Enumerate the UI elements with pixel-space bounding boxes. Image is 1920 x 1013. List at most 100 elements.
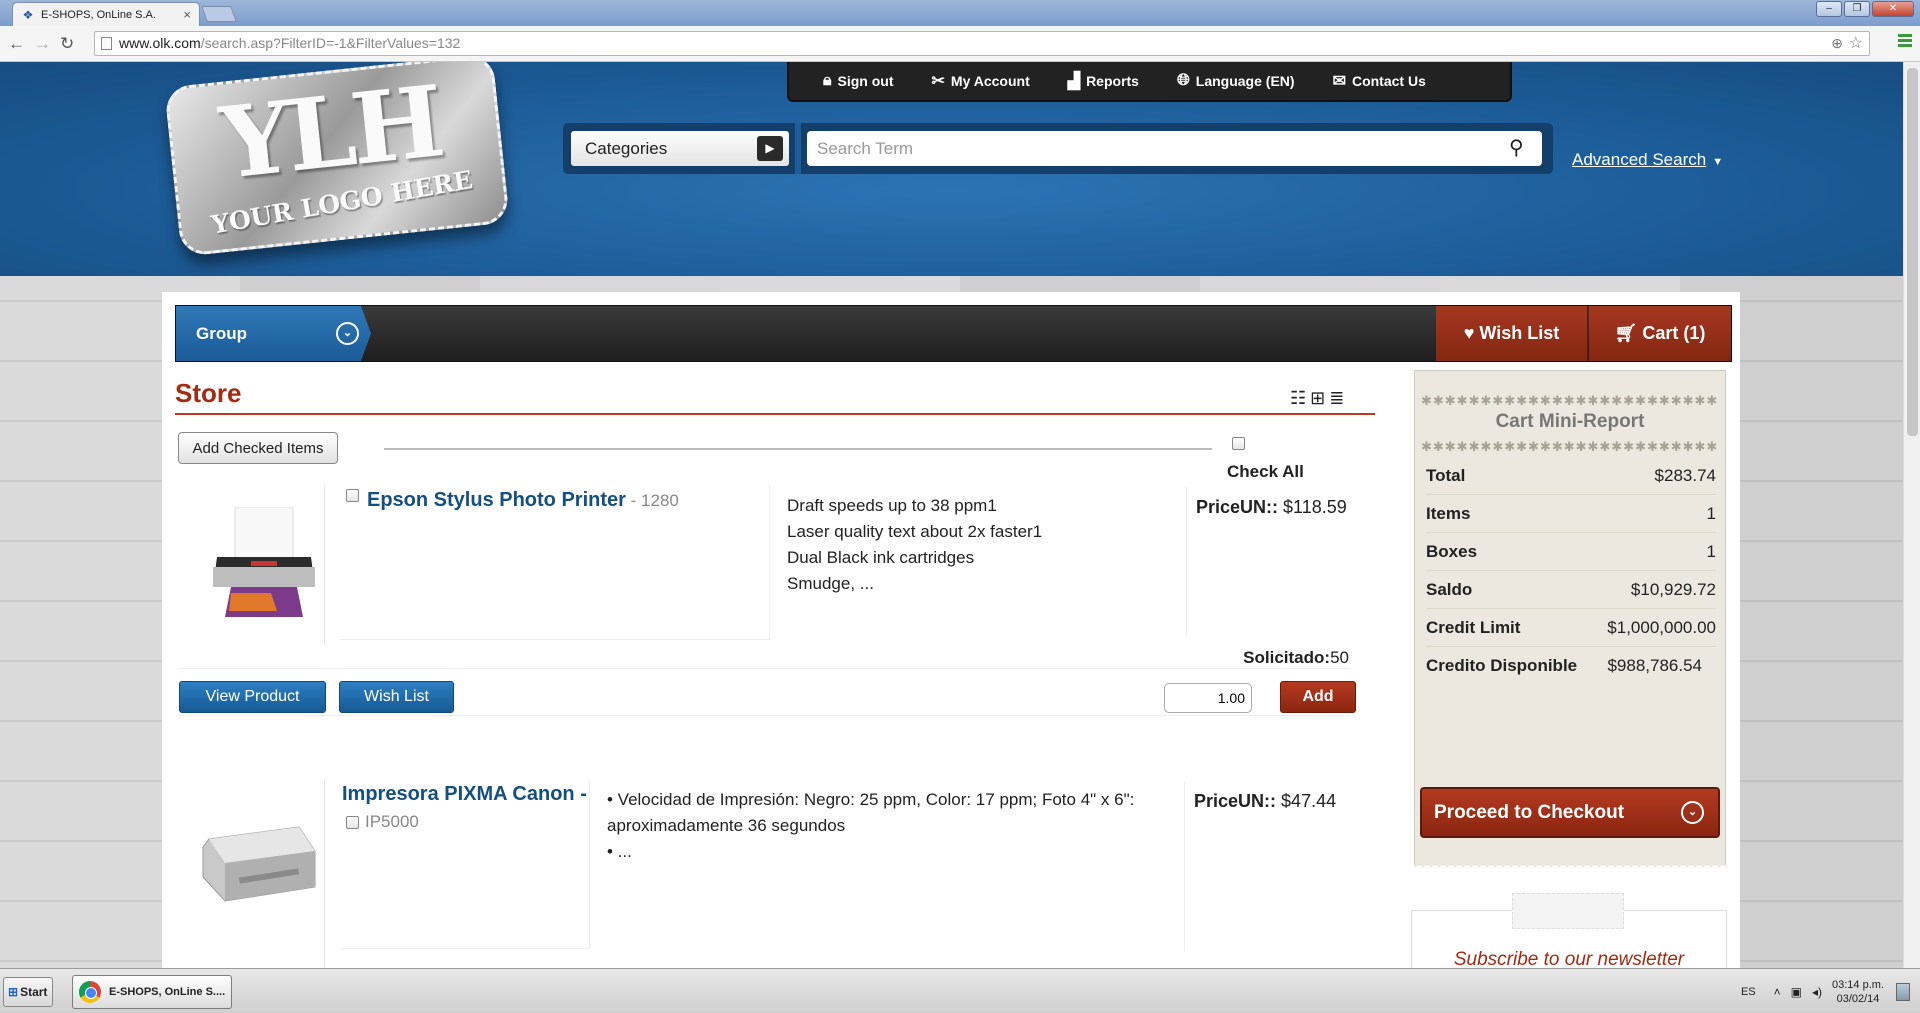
close-window-button[interactable]: ✕ [1872, 1, 1914, 17]
mini-report-row: Credito Disponible $988,786.54 [1426, 647, 1716, 685]
tab-title: E-SHOPS, OnLine S.A. [41, 8, 156, 21]
row-label: Credit Limit [1426, 618, 1521, 637]
search-bar: Categories ▶ ⚲ [563, 123, 1553, 174]
list-view-icon[interactable]: ☷ [1290, 388, 1306, 408]
product-description: Draft speeds up to 38 ppm1 Laser quality… [787, 493, 1117, 597]
os-taskbar: ⊞ Start E-SHOPS, OnLine S.... ES ˄ ▣ ◂) 0… [0, 968, 1920, 1013]
page-scrollbar[interactable] [1903, 62, 1920, 968]
minimize-button[interactable]: – [1816, 1, 1842, 17]
compact-view-icon[interactable]: ≣ [1329, 388, 1344, 408]
input-language[interactable]: ES [1741, 986, 1756, 998]
product-code: IP5000 [365, 812, 419, 831]
clock-date: 03/02/14 [1836, 992, 1880, 1005]
reports-link[interactable]: ▟ Reports [1068, 71, 1139, 91]
advanced-search-link[interactable]: Advanced Search ▼ [1572, 150, 1723, 170]
product-checkbox[interactable] [346, 816, 359, 829]
new-tab-button[interactable] [201, 6, 237, 22]
site-favicon-icon: ❖ [22, 7, 34, 22]
page-icon [101, 37, 112, 50]
grid-view-icon[interactable]: ⊞ [1310, 388, 1325, 408]
wish-list-label: Wish List [1479, 323, 1560, 343]
decorative-border: ✱✱✱✱✱✱✱✱✱✱✱✱✱✱✱✱✱✱✱✱✱✱✱✱✱✱✱✱✱✱ [1421, 393, 1719, 407]
advanced-search-label: Advanced Search [1572, 150, 1707, 169]
proceed-to-checkout-button[interactable]: Proceed to Checkout ⌄ [1420, 787, 1720, 838]
page-content: YLH YOUR LOGO HERE 🔒︎ Sign out ✂ My Acco… [0, 62, 1903, 968]
newsletter-tab-decoration [1512, 893, 1624, 929]
row-label: Items [1426, 504, 1471, 523]
clock-time: 03:14 p.m. [1832, 978, 1884, 991]
system-clock[interactable]: 03:14 p.m. 03/02/14 [1832, 978, 1884, 1006]
scrollbar-thumb[interactable] [1907, 68, 1918, 436]
requested-quantity: Solicitado:50 [1243, 648, 1349, 668]
task-label: E-SHOPS, OnLine S.... [109, 986, 226, 998]
back-arrow-icon[interactable]: ← [8, 34, 25, 54]
view-product-button[interactable]: View Product [179, 681, 326, 713]
newsletter-box: Subscribe to our newsletter [1411, 893, 1727, 968]
network-icon[interactable]: ▣ [1791, 985, 1802, 999]
newsletter-title: Subscribe to our newsletter [1453, 949, 1685, 968]
wish-list-add-button[interactable]: Wish List [339, 681, 454, 713]
row-value: $10,929.72 [1630, 580, 1716, 599]
check-all-checkbox[interactable] [1232, 437, 1245, 450]
browser-menu-icon[interactable] [1898, 34, 1912, 49]
play-arrow-icon: ▶ [757, 136, 783, 161]
address-bar[interactable]: www.olk.com/search.asp?FilterID=-1&Filte… [94, 31, 1870, 56]
cart-label: Cart (1) [1642, 323, 1706, 343]
taskbar-chrome-window[interactable]: E-SHOPS, OnLine S.... [72, 975, 232, 1009]
description-line: aproximadamente 36 segundos [607, 816, 846, 835]
product-name-link[interactable]: Epson Stylus Photo Printer [367, 489, 626, 511]
tab-close-icon[interactable]: × [183, 7, 191, 22]
url-host: www.olk.com [119, 35, 201, 51]
volume-icon[interactable]: ◂) [1812, 985, 1822, 999]
globe-icon: 🌐︎ [1176, 72, 1190, 89]
sign-out-link[interactable]: 🔒︎ Sign out [823, 72, 894, 90]
categories-dropdown[interactable]: Categories ▶ [571, 131, 789, 166]
cart-icon: 🛒︎ [1614, 323, 1638, 343]
product-checkbox[interactable] [346, 489, 359, 502]
zoom-icon[interactable]: ⊕ [1831, 32, 1843, 55]
show-desktop-button[interactable] [1896, 982, 1910, 1001]
show-hidden-icons-icon[interactable]: ˄ [1774, 985, 1781, 999]
quantity-input[interactable] [1164, 683, 1252, 713]
contact-us-label: Contact Us [1351, 73, 1426, 89]
description-line: Laser quality text about 2x faster1 [787, 522, 1043, 541]
price-value: $118.59 [1283, 497, 1347, 517]
system-tray: ES ˄ ▣ ◂) 03:14 p.m. 03/02/14 [1741, 969, 1910, 1013]
categories-label: Categories [585, 139, 668, 158]
browser-tab[interactable]: ❖ E-SHOPS, OnLine S.A. × [12, 2, 200, 26]
product-image[interactable] [175, 485, 325, 645]
row-value: $283.74 [1654, 466, 1716, 485]
my-account-label: My Account [950, 73, 1030, 89]
bookmark-star-icon[interactable]: ☆ [1849, 32, 1863, 55]
search-input[interactable] [807, 131, 1542, 166]
contact-us-link[interactable]: ✉ Contact Us [1333, 71, 1426, 91]
product-name-link[interactable]: Impresora PIXMA Canon [342, 783, 575, 805]
mini-report-row: Items 1 [1426, 495, 1716, 533]
top-navigation: 🔒︎ Sign out ✂ My Account ▟ Reports 🌐︎ La… [787, 62, 1512, 102]
cart-button[interactable]: 🛒︎ Cart (1) [1589, 306, 1731, 361]
title-divider [175, 413, 1375, 415]
language-link[interactable]: 🌐︎ Language (EN) [1177, 72, 1295, 90]
reload-icon[interactable]: ↻ [60, 34, 74, 54]
add-checked-items-button[interactable]: Add Checked Items [178, 432, 338, 464]
wish-list-button[interactable]: ♥ Wish List [1436, 306, 1588, 361]
add-to-cart-button[interactable]: Add [1280, 681, 1356, 713]
restore-button[interactable]: ❐ [1844, 1, 1870, 17]
my-account-link[interactable]: ✂ My Account [932, 71, 1030, 91]
group-menu-button[interactable]: Group ⌄ [176, 306, 371, 361]
start-label: Start [20, 985, 48, 999]
zigzag-edge [1415, 864, 1727, 872]
search-icon[interactable]: ⚲ [1509, 135, 1524, 160]
mini-report-row: Total $283.74 [1426, 457, 1716, 495]
windows-flag-icon: ⊞ [8, 985, 19, 999]
site-logo[interactable]: YLH YOUR LOGO HERE [164, 62, 510, 257]
checkout-label: Proceed to Checkout [1434, 802, 1625, 823]
forward-arrow-icon[interactable]: → [34, 34, 51, 54]
chevron-down-icon: ⌄ [1681, 801, 1704, 824]
row-value: $988,786.54 [1607, 656, 1702, 675]
price-divider [1186, 487, 1188, 637]
start-button[interactable]: ⊞ Start [3, 977, 53, 1007]
lock-icon: 🔒︎ [823, 72, 832, 89]
product-image[interactable] [175, 779, 325, 968]
mini-report-row: Credit Limit $1,000,000.00 [1426, 609, 1716, 647]
